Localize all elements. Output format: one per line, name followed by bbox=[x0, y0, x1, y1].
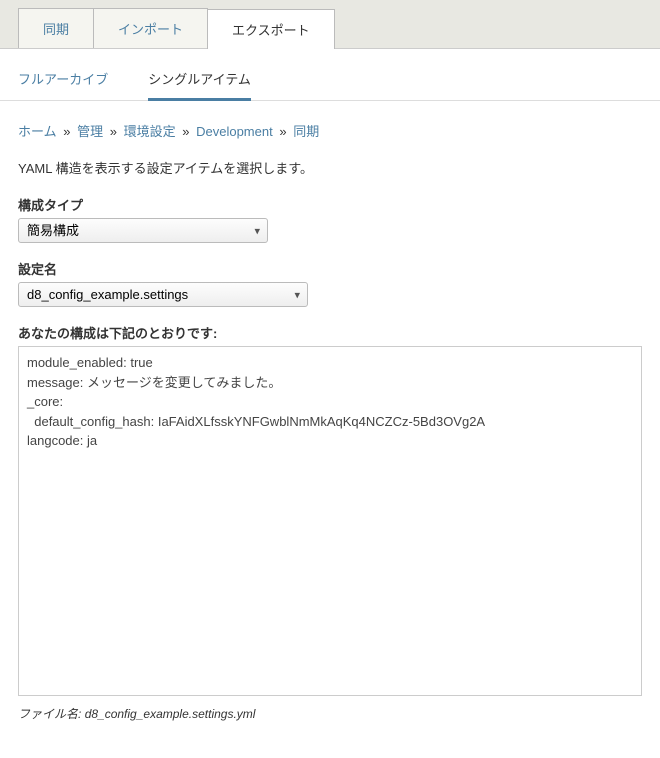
yaml-output-label: あなたの構成は下記のとおりです: bbox=[18, 323, 642, 342]
primary-tabs: 同期 インポート エクスポート bbox=[0, 0, 660, 49]
yaml-output-textarea[interactable] bbox=[18, 346, 642, 696]
tab-sync[interactable]: 同期 bbox=[18, 8, 94, 48]
config-type-select[interactable]: 簡易構成 bbox=[18, 218, 268, 243]
config-name-field: 設定名 d8_config_example.settings bbox=[18, 259, 642, 307]
breadcrumb-admin[interactable]: 管理 bbox=[77, 124, 103, 139]
filename-line: ファイル名: d8_config_example.settings.yml bbox=[18, 705, 642, 722]
yaml-output-field: あなたの構成は下記のとおりです: ファイル名: d8_config_exampl… bbox=[18, 323, 642, 722]
filename-label: ファイル名: bbox=[18, 707, 81, 721]
config-name-label: 設定名 bbox=[18, 259, 642, 278]
config-type-label: 構成タイプ bbox=[18, 195, 642, 214]
breadcrumb-home[interactable]: ホーム bbox=[18, 124, 57, 139]
subtab-single-item[interactable]: シングルアイテム bbox=[148, 69, 251, 101]
breadcrumb-sep: » bbox=[110, 124, 117, 139]
config-type-field: 構成タイプ 簡易構成 bbox=[18, 195, 642, 243]
breadcrumb-sep: » bbox=[279, 124, 286, 139]
subtab-full-archive[interactable]: フルアーカイブ bbox=[18, 69, 108, 100]
breadcrumb-sep: » bbox=[182, 124, 189, 139]
breadcrumb-sep: » bbox=[63, 124, 70, 139]
config-name-select[interactable]: d8_config_example.settings bbox=[18, 282, 308, 307]
filename-value: d8_config_example.settings.yml bbox=[85, 707, 256, 721]
tab-export[interactable]: エクスポート bbox=[207, 9, 335, 49]
breadcrumb-sync[interactable]: 同期 bbox=[293, 124, 319, 139]
breadcrumb: ホーム » 管理 » 環境設定 » Development » 同期 bbox=[18, 121, 642, 140]
breadcrumb-development[interactable]: Development bbox=[196, 124, 273, 139]
tab-import[interactable]: インポート bbox=[93, 8, 208, 48]
breadcrumb-config[interactable]: 環境設定 bbox=[124, 124, 176, 139]
secondary-tabs: フルアーカイブ シングルアイテム bbox=[0, 49, 660, 101]
content-area: ホーム » 管理 » 環境設定 » Development » 同期 YAML … bbox=[0, 101, 660, 758]
page-description: YAML 構造を表示する設定アイテムを選択します。 bbox=[18, 158, 642, 177]
